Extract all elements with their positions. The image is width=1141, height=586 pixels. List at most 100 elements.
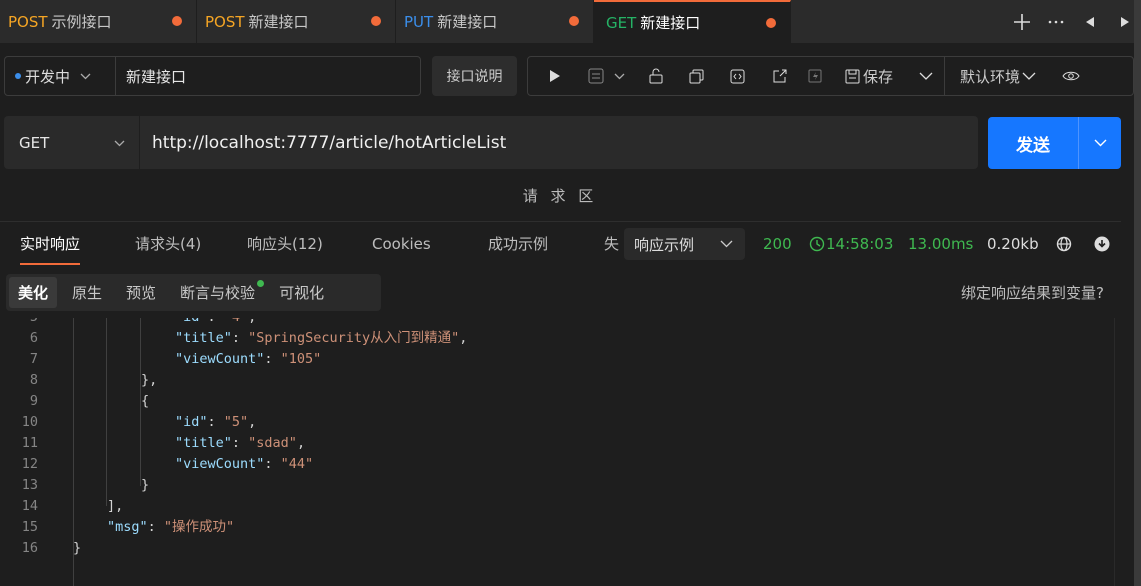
code-line: 10 "id": "5", bbox=[0, 412, 1100, 433]
unsaved-dot-icon bbox=[569, 16, 579, 26]
line-number: 7 bbox=[29, 351, 38, 367]
line-number: 15 bbox=[21, 519, 38, 535]
code-line: 13} bbox=[0, 475, 1100, 496]
tab-pretty[interactable]: 美化 bbox=[9, 277, 58, 308]
share-icon[interactable] bbox=[758, 57, 800, 95]
chevron-down-icon bbox=[114, 136, 125, 150]
tab-assertions[interactable]: 断言与校验 bbox=[171, 277, 265, 308]
clock-icon bbox=[809, 236, 825, 252]
code-line: 16} bbox=[0, 538, 1100, 559]
line-number: 16 bbox=[21, 540, 38, 556]
api-name-input[interactable]: 新建接口 bbox=[116, 56, 421, 96]
save-label: 保存 bbox=[862, 67, 893, 86]
status-dot-icon bbox=[15, 73, 21, 79]
code-text: }, bbox=[141, 372, 158, 388]
tab-raw[interactable]: 原生 bbox=[63, 277, 111, 308]
tab-actions bbox=[1005, 0, 1141, 43]
line-number: 8 bbox=[29, 372, 38, 388]
tab-visualize[interactable]: 可视化 bbox=[270, 277, 333, 308]
tab-method: POST bbox=[205, 12, 245, 31]
line-number: 14 bbox=[21, 498, 38, 514]
bind-response-link[interactable]: 绑定响应结果到变量? bbox=[961, 282, 1104, 303]
code-line: 11 "title": "sdad", bbox=[0, 433, 1100, 454]
line-number: 13 bbox=[21, 477, 38, 493]
tab-method: POST bbox=[8, 12, 48, 31]
status-dot-icon bbox=[257, 280, 265, 287]
save-options-chevron-icon[interactable] bbox=[908, 57, 944, 95]
code-line: 8}, bbox=[0, 370, 1100, 391]
status-code: 200 bbox=[763, 235, 792, 253]
response-body-editor[interactable]: 5 "id": "4", 6 "title": "SpringSecurity从入门到… bbox=[0, 318, 1114, 586]
url-input[interactable]: http://localhost:7777/article/hotArticle… bbox=[152, 116, 506, 169]
window-edge-scrollbar[interactable] bbox=[1134, 0, 1141, 586]
code-line: 6 "title": "SpringSecurity从入门到精通", bbox=[0, 328, 1100, 349]
status-select[interactable]: 开发中 bbox=[4, 56, 116, 96]
send-button[interactable]: 发送 bbox=[988, 117, 1121, 169]
code-text: "title": "SpringSecurity从入门到精通", bbox=[175, 330, 468, 346]
url-bar: GET http://localhost:7777/article/hotArt… bbox=[4, 116, 978, 169]
code-line: 15 "msg": "操作成功" bbox=[0, 517, 1100, 538]
code-text: { bbox=[141, 393, 150, 409]
tab-name: 新建接口 bbox=[437, 13, 498, 31]
copy-icon[interactable] bbox=[676, 57, 716, 95]
code-text: ], bbox=[107, 498, 124, 514]
response-timestamp: 14:58:03 bbox=[826, 235, 894, 253]
code-line: 12 "viewCount": "44" bbox=[0, 454, 1100, 475]
code-text: "msg": "操作成功" bbox=[107, 519, 235, 535]
tab-cookies[interactable]: Cookies bbox=[372, 222, 431, 265]
request-tab[interactable]: POST 示例接口 bbox=[0, 0, 197, 43]
line-number: 10 bbox=[21, 414, 38, 430]
download-icon[interactable] bbox=[1094, 228, 1110, 260]
code-text: "id": "4", bbox=[175, 318, 256, 328]
tab-name: 新建接口 bbox=[248, 13, 309, 31]
tab-request-headers[interactable]: 请求头(4) bbox=[135, 222, 201, 265]
code-text: } bbox=[73, 540, 82, 556]
code-text: "id": "5", bbox=[175, 414, 257, 430]
line-number: 5 bbox=[0, 318, 38, 328]
environment-label: 默认环境 bbox=[959, 67, 1020, 86]
code-text: "title": "sdad", bbox=[175, 435, 306, 451]
code-line: 5 "id": "4", bbox=[0, 318, 1100, 328]
chevron-down-icon[interactable] bbox=[1078, 117, 1121, 169]
tab-method: PUT bbox=[404, 12, 434, 31]
tab-name: 示例接口 bbox=[51, 13, 112, 31]
code-line: 7 "viewCount": "105" bbox=[0, 349, 1100, 370]
api-doc-button[interactable]: 接口说明 bbox=[432, 56, 517, 96]
tab-preview[interactable]: 预览 bbox=[117, 277, 165, 308]
line-number: 12 bbox=[21, 456, 38, 472]
eye-icon[interactable] bbox=[1051, 57, 1091, 95]
code-icon[interactable] bbox=[716, 57, 758, 95]
request-tab-active[interactable]: GET 新建接口 bbox=[594, 0, 791, 43]
plus-icon[interactable] bbox=[1005, 13, 1039, 31]
environment-select[interactable]: 默认环境 bbox=[944, 57, 1051, 95]
unsaved-dot-icon bbox=[371, 16, 381, 26]
request-area-label: 请 求 区 bbox=[522, 187, 598, 205]
example-select-label: 响应示例 bbox=[634, 235, 695, 254]
unlock-icon[interactable] bbox=[636, 57, 676, 95]
status-label: 开发中 bbox=[25, 67, 71, 86]
line-number: 11 bbox=[21, 435, 38, 451]
play-icon[interactable] bbox=[528, 57, 580, 95]
debug-mode-icon[interactable] bbox=[580, 57, 636, 95]
tab-success-example[interactable]: 成功示例 bbox=[488, 222, 548, 265]
tab-method: GET bbox=[606, 13, 637, 32]
request-tab[interactable]: POST 新建接口 bbox=[197, 0, 396, 43]
method-select[interactable]: GET bbox=[4, 116, 140, 169]
request-tab[interactable]: PUT 新建接口 bbox=[396, 0, 594, 43]
lightning-icon[interactable] bbox=[800, 57, 830, 95]
response-example-select[interactable]: 响应示例 bbox=[624, 228, 745, 260]
globe-icon[interactable] bbox=[1056, 228, 1072, 260]
tab-failure-example[interactable]: 失 bbox=[604, 222, 619, 265]
ellipsis-icon[interactable] bbox=[1039, 20, 1073, 24]
save-button[interactable]: 保存 bbox=[830, 57, 908, 95]
response-duration: 13.00ms bbox=[908, 235, 974, 253]
tab-response-headers[interactable]: 响应头(12) bbox=[247, 222, 323, 265]
unsaved-dot-icon bbox=[766, 18, 776, 28]
tab-realtime-response[interactable]: 实时响应 bbox=[20, 222, 81, 265]
chevron-down-icon bbox=[720, 237, 733, 251]
triangle-left-icon[interactable] bbox=[1073, 16, 1107, 27]
response-size: 0.20kb bbox=[987, 235, 1039, 253]
code-line: 14], bbox=[0, 496, 1100, 517]
tab-name: 新建接口 bbox=[640, 14, 701, 32]
unsaved-dot-icon bbox=[172, 16, 182, 26]
